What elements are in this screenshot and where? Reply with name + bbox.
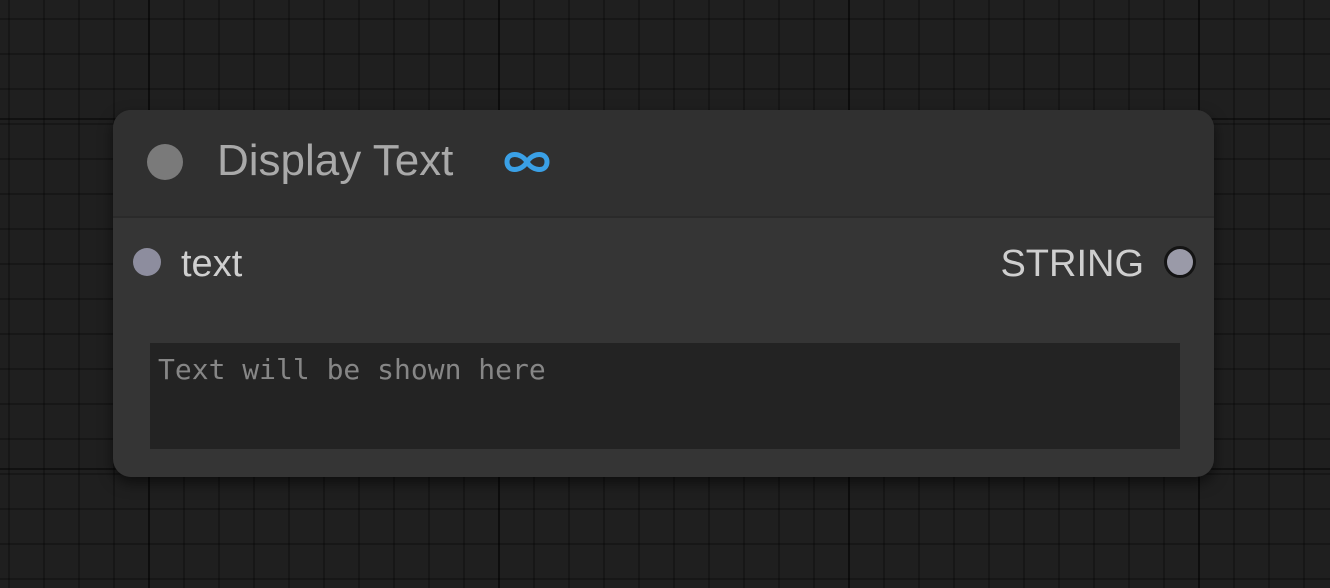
input-slot-text[interactable]: [133, 248, 161, 276]
node-header[interactable]: Display Text: [113, 110, 1214, 218]
node-collapse-toggle[interactable]: [147, 144, 183, 180]
display-textarea[interactable]: [150, 343, 1180, 449]
link-infinity-icon: [504, 152, 550, 172]
output-label: STRING: [1000, 243, 1144, 285]
input-label: text: [181, 243, 243, 285]
output-slot-string[interactable]: [1164, 246, 1196, 278]
node-title: Display Text: [217, 136, 454, 185]
display-text-node[interactable]: Display Text text STRING: [113, 110, 1214, 477]
